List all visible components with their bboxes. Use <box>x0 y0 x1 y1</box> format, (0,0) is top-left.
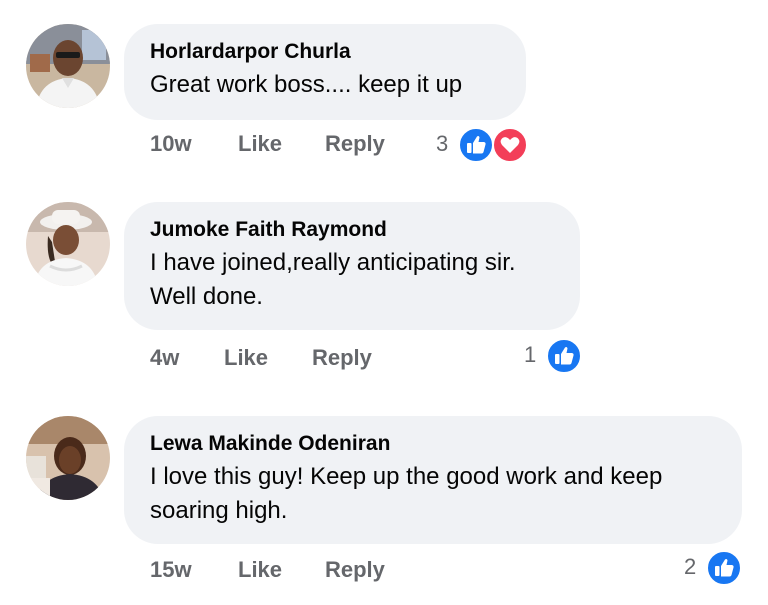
comment-bubble: Jumoke Faith Raymond I have joined,reall… <box>124 202 580 330</box>
reply-button[interactable]: Reply <box>312 345 372 371</box>
comment-author[interactable]: Horlardarpor Churla <box>150 38 500 66</box>
comment-author[interactable]: Lewa Makinde Odeniran <box>150 430 716 458</box>
reaction-count: 3 <box>436 131 449 156</box>
comment-text: I have joined,really anticipating sir. W… <box>150 249 516 310</box>
comment-author[interactable]: Jumoke Faith Raymond <box>150 216 554 244</box>
like-button[interactable]: Like <box>238 131 282 157</box>
reaction-summary[interactable]: 2 <box>684 550 744 586</box>
comment-bubble: Lewa Makinde Odeniran I love this guy! K… <box>124 416 742 544</box>
comment-time[interactable]: 4w <box>150 345 179 371</box>
reaction-summary[interactable]: 1 <box>524 338 584 374</box>
love-icon <box>492 127 528 163</box>
like-icon <box>458 127 494 163</box>
comment-time[interactable]: 10w <box>150 131 192 157</box>
reply-button[interactable]: Reply <box>325 557 385 583</box>
reaction-count: 1 <box>524 342 537 367</box>
reaction-summary[interactable]: 3 <box>436 127 532 163</box>
avatar[interactable] <box>26 24 110 108</box>
like-button[interactable]: Like <box>238 557 282 583</box>
avatar[interactable] <box>26 416 110 500</box>
like-button[interactable]: Like <box>224 345 268 371</box>
avatar[interactable] <box>26 202 110 286</box>
comment-time[interactable]: 15w <box>150 557 192 583</box>
like-icon <box>546 338 582 374</box>
like-icon <box>706 550 742 586</box>
comment-bubble: Horlardarpor Churla Great work boss.... … <box>124 24 526 120</box>
reply-button[interactable]: Reply <box>325 131 385 157</box>
comment-text: Great work boss.... keep it up <box>150 71 463 98</box>
comment-text: I love this guy! Keep up the good work a… <box>150 463 663 524</box>
reaction-count: 2 <box>684 554 697 579</box>
